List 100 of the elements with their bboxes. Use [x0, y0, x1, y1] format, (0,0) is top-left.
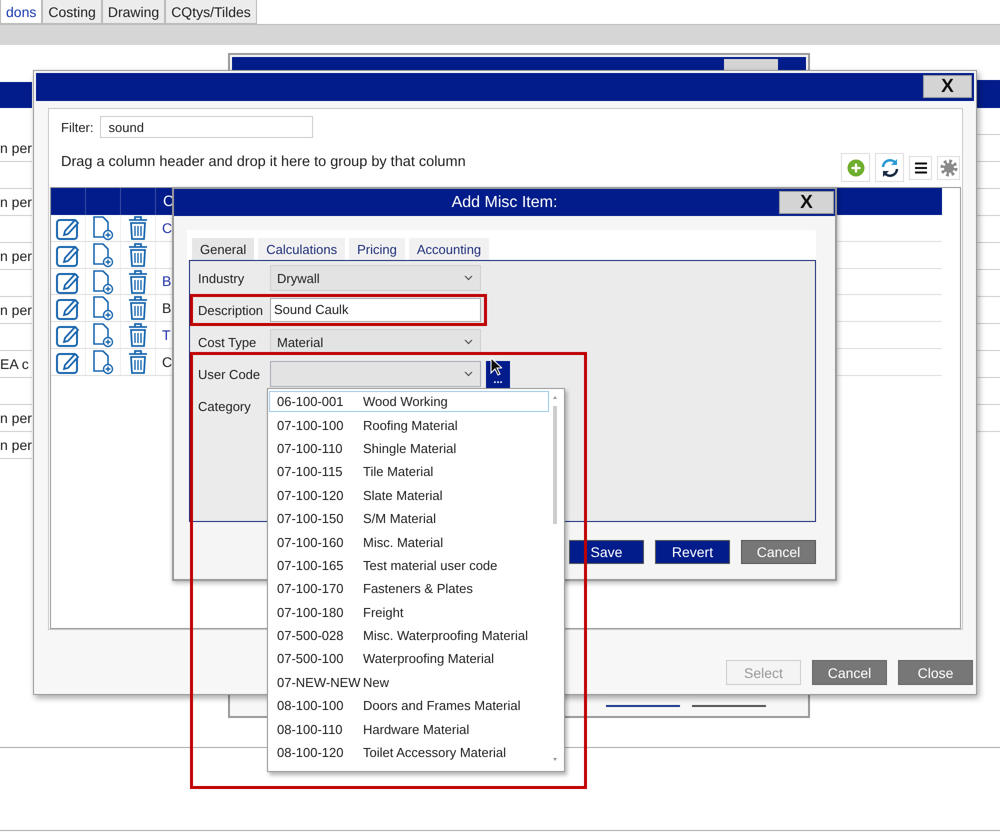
list-option[interactable]: 08-100-110 Hardware Material [269, 718, 549, 740]
option-name: S/M Material [362, 511, 436, 526]
field-label: User Code [198, 366, 262, 382]
option-code: 07-100-100 [276, 418, 344, 433]
table-cell: n per [0, 410, 32, 426]
new-document-icon[interactable] [91, 322, 115, 348]
add-icon[interactable] [841, 153, 870, 182]
refresh-icon[interactable] [875, 153, 904, 182]
option-name: Roofing Material [362, 418, 458, 433]
trash-icon[interactable] [127, 295, 149, 322]
new-document-icon[interactable] [91, 295, 115, 322]
filter-label: Filter: [61, 120, 94, 134]
option-code: 07-100-180 [276, 604, 344, 620]
list-option[interactable]: 07-100-160 Misc. Material [269, 531, 549, 553]
list-option[interactable]: 07-500-100 Waterproofing Material [269, 648, 549, 670]
list-option[interactable]: 07-500-028 Misc. Waterproofing Material [269, 624, 549, 646]
revert-button[interactable]: Revert [655, 540, 730, 564]
tab[interactable]: Costing [42, 0, 102, 24]
header-bar [0, 82, 32, 108]
list-option[interactable]: 08-100-120 Toilet Accessory Material [269, 742, 549, 764]
close-button[interactable]: Close [898, 660, 973, 685]
trash-icon[interactable] [127, 268, 149, 294]
tab[interactable]: CQtys/Tildes [165, 0, 257, 24]
option-name: Fasteners & Plates [362, 581, 473, 596]
text-field[interactable]: Sound Caulk [270, 298, 481, 322]
trash-icon[interactable] [127, 322, 149, 348]
option-code: 07-100-120 [276, 488, 344, 503]
group-hint: Drag a column header and drop it here to group by that column [61, 154, 466, 172]
table-cell: n per [0, 248, 32, 264]
settings-icon[interactable] [937, 156, 960, 180]
option-name: Wood Working [362, 394, 448, 410]
new-document-icon[interactable] [91, 214, 115, 241]
list-option[interactable]: 07-100-150 S/M Material [269, 508, 549, 530]
link[interactable]: T [162, 327, 171, 344]
header-bar [976, 80, 1000, 108]
option-name: Toilet Accessory Material [362, 745, 506, 760]
option-code: 06-100-001 [276, 394, 344, 410]
menu-icon[interactable] [909, 156, 932, 180]
cancel-button[interactable]: Cancel [812, 660, 887, 685]
list-option[interactable]: 07-100-165 Test material user code [269, 554, 549, 576]
close-button[interactable]: X [779, 191, 834, 214]
new-document-icon[interactable] [91, 268, 115, 294]
option-code: 07-100-110 [276, 440, 344, 456]
save-button[interactable]: Save [569, 540, 644, 564]
option-code: 07-100-115 [276, 464, 344, 480]
chevron-down-icon [464, 275, 473, 281]
list-option[interactable]: 07-NEW-NEW New [269, 672, 549, 694]
cursor-icon [490, 357, 502, 376]
option-code: 08-100-110 [276, 722, 344, 737]
trash-icon[interactable] [127, 242, 149, 268]
trash-icon[interactable] [127, 348, 149, 375]
dropdown[interactable]: Drywall [270, 265, 481, 291]
tab[interactable]: General [192, 238, 254, 260]
option-code: 07-500-100 [276, 651, 344, 666]
list-option[interactable]: 07-100-100 Roofing Material [269, 414, 549, 436]
table-cell: n per [0, 140, 32, 156]
link[interactable]: B [162, 273, 172, 290]
option-name: Misc. Waterproofing Material [362, 628, 528, 644]
option-code: 07-100-160 [276, 534, 344, 550]
table-cell: n per [0, 302, 32, 318]
option-name: Freight [362, 604, 404, 620]
option-code: 07-100-150 [276, 511, 344, 526]
option-name: Waterproofing Material [362, 651, 494, 666]
tab[interactable]: Calculations [258, 238, 346, 260]
list-option[interactable]: 08-100-100 Doors and Frames Material [269, 695, 549, 716]
filter-field[interactable]: sound [100, 116, 312, 138]
list-option[interactable]: 07-100-120 Slate Material [269, 484, 549, 506]
field-label: Cost Type [198, 334, 258, 350]
list-option[interactable]: 07-100-115 Tile Material [269, 461, 549, 483]
dialog-title: Add Misc Item: [452, 194, 558, 212]
table-cell: EA c [0, 356, 29, 372]
option-code: 07-500-028 [276, 628, 344, 644]
table-cell: n per [0, 194, 32, 210]
tab[interactable]: Pricing [349, 238, 405, 260]
table-cell: C [162, 354, 172, 370]
option-name: Hardware Material [362, 722, 470, 737]
new-document-icon[interactable] [91, 348, 115, 375]
option-name: Misc. Material [362, 534, 444, 550]
option-name: Shingle Material [362, 440, 456, 456]
list-option[interactable]: 07-100-170 Fasteners & Plates [269, 578, 549, 600]
new-document-icon[interactable] [91, 242, 115, 268]
tab[interactable]: Accounting [408, 238, 490, 260]
link[interactable]: C [162, 220, 172, 236]
tab[interactable]: Drawing [102, 0, 166, 24]
cancel-button[interactable]: Cancel [741, 540, 816, 564]
chevron-down-icon [464, 371, 473, 377]
field-label: Description [198, 302, 264, 318]
option-name: Tile Material [362, 464, 434, 480]
trash-icon[interactable] [127, 214, 149, 241]
field-label: Category [198, 398, 252, 414]
option-name: Doors and Frames Material [362, 698, 520, 714]
chevron-down-icon [464, 339, 473, 345]
close-button[interactable]: X [923, 75, 972, 98]
table-cell: B [162, 300, 172, 316]
list-option[interactable]: 07-100-110 Shingle Material [269, 438, 549, 460]
list-option[interactable]: 06-100-001 Wood Working [269, 391, 549, 412]
field-label: Industry [198, 270, 246, 286]
list-option[interactable]: 07-100-180 Freight [269, 602, 549, 623]
tab[interactable]: dons [0, 0, 42, 24]
option-name: Test material user code [362, 558, 498, 573]
